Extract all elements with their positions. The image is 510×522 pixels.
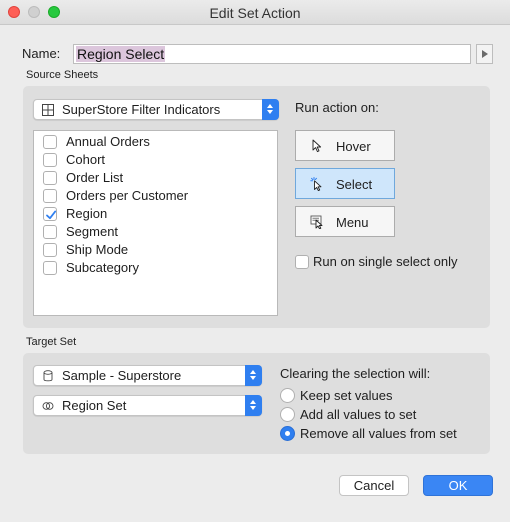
checkbox[interactable] xyxy=(43,243,57,257)
set-select[interactable]: Region Set xyxy=(33,395,262,416)
sheet-label: Subcategory xyxy=(66,260,139,275)
radio-label: Remove all values from set xyxy=(300,426,457,441)
cancel-button[interactable]: Cancel xyxy=(339,475,409,496)
menu-label: Menu xyxy=(336,215,369,230)
radio-keep-values[interactable]: Keep set values xyxy=(280,387,510,405)
pointer-menu-icon xyxy=(310,215,323,229)
sheet-item-order-list[interactable]: Order List xyxy=(43,169,263,187)
sheet-label: Order List xyxy=(66,170,124,185)
radio-circle[interactable] xyxy=(280,388,295,403)
data-source-select[interactable]: Sample - Superstore xyxy=(33,365,262,386)
checkbox[interactable] xyxy=(295,255,309,269)
grid-icon xyxy=(42,104,54,116)
name-value: Region Select xyxy=(76,46,166,62)
chevron-updown-icon xyxy=(245,395,262,416)
checkbox[interactable] xyxy=(43,135,57,149)
sheet-item-cohort[interactable]: Cohort xyxy=(43,151,263,169)
run-action-label: Run action on: xyxy=(295,100,379,115)
sheet-item-subcategory[interactable]: Subcategory xyxy=(43,259,263,277)
checkbox-checked[interactable] xyxy=(43,207,57,221)
name-field[interactable]: Region Select xyxy=(73,44,471,64)
sheet-label: Region xyxy=(66,206,108,221)
insert-field-button[interactable] xyxy=(476,44,493,64)
play-icon xyxy=(482,50,488,58)
source-sheets-label: Source Sheets xyxy=(26,69,99,81)
sheet-label: Ship Mode xyxy=(66,242,129,257)
sheet-item-ship-mode[interactable]: Ship Mode xyxy=(43,241,263,259)
menu-button[interactable]: Menu xyxy=(295,206,395,237)
radio-circle[interactable] xyxy=(280,407,295,422)
pointer-icon xyxy=(312,139,322,153)
sheet-label: Annual Orders xyxy=(66,134,150,149)
data-source-value: Sample - Superstore xyxy=(62,368,182,383)
source-sheet-value: SuperStore Filter Indicators xyxy=(62,102,221,117)
chevron-updown-icon xyxy=(245,365,262,386)
radio-label: Add all values to set xyxy=(300,407,417,422)
database-icon xyxy=(43,370,53,382)
checkbox[interactable] xyxy=(43,261,57,275)
single-select-label: Run on single select only xyxy=(313,254,458,269)
sheet-label: Orders per Customer xyxy=(66,188,189,203)
set-icon xyxy=(42,402,54,410)
source-sheet-select[interactable]: SuperStore Filter Indicators xyxy=(33,99,279,120)
target-set-label: Target Set xyxy=(26,336,77,348)
sheet-item-segment[interactable]: Segment xyxy=(43,223,263,241)
chevron-updown-icon xyxy=(262,99,279,120)
radio-label: Keep set values xyxy=(300,388,393,403)
sheet-item-region[interactable]: Region xyxy=(43,205,263,223)
radio-circle-selected[interactable] xyxy=(280,426,295,441)
sheet-item-annual-orders[interactable]: Annual Orders xyxy=(43,133,263,151)
name-label: Name: xyxy=(22,46,61,61)
checkbox[interactable] xyxy=(43,171,57,185)
title-bar: Edit Set Action xyxy=(0,0,510,25)
select-button[interactable]: Select xyxy=(295,168,395,199)
sheet-item-orders-per-customer[interactable]: Orders per Customer xyxy=(43,187,263,205)
radio-add-all-values[interactable]: Add all values to set xyxy=(280,406,510,424)
pointer-click-icon xyxy=(310,177,322,191)
sheet-list[interactable]: Annual Orders Cohort Order List Orders p… xyxy=(33,130,278,316)
sheet-label: Segment xyxy=(66,224,119,239)
set-value: Region Set xyxy=(62,398,127,413)
radio-remove-all-values[interactable]: Remove all values from set xyxy=(280,425,510,443)
ok-button[interactable]: OK xyxy=(423,475,493,496)
checkmark-icon xyxy=(46,210,57,220)
hover-label: Hover xyxy=(336,139,371,154)
checkbox[interactable] xyxy=(43,153,57,167)
hover-button[interactable]: Hover xyxy=(295,130,395,161)
select-label: Select xyxy=(336,177,373,192)
clearing-label: Clearing the selection will: xyxy=(280,366,431,381)
checkbox[interactable] xyxy=(43,225,57,239)
sheet-label: Cohort xyxy=(66,152,106,167)
checkbox[interactable] xyxy=(43,189,57,203)
window-title: Edit Set Action xyxy=(209,5,301,21)
